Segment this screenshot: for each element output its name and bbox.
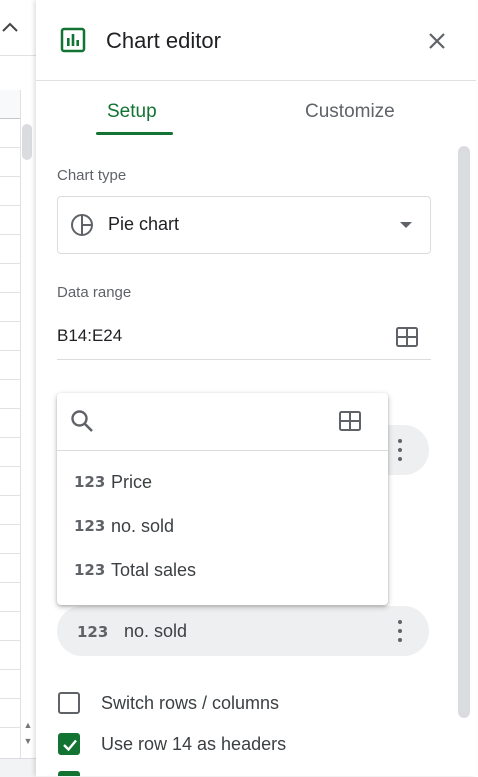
row-line bbox=[0, 698, 20, 699]
tab-customize[interactable]: Customize bbox=[305, 101, 395, 123]
checkbox-checked[interactable] bbox=[58, 733, 80, 755]
chart-type-select[interactable]: Pie chart bbox=[57, 196, 431, 254]
column-option-label: Total sales bbox=[111, 560, 197, 580]
row-line bbox=[0, 669, 20, 670]
more-options-icon[interactable] bbox=[393, 619, 407, 643]
more-options-icon[interactable] bbox=[393, 438, 407, 462]
toolbar-divider bbox=[0, 55, 36, 56]
column-option-label: Price bbox=[111, 472, 153, 492]
row-line bbox=[0, 292, 20, 293]
value-chip-label: no. sold bbox=[124, 621, 188, 641]
row-line bbox=[0, 437, 20, 438]
value-chip[interactable]: 123 no. sold bbox=[57, 606, 429, 656]
checkbox-label: Switch rows / columns bbox=[101, 693, 280, 713]
row-line bbox=[0, 321, 20, 322]
row-line bbox=[0, 727, 20, 728]
column-picker-dropdown: 123 Price 123 no. sold 123 Total sales bbox=[57, 393, 388, 605]
row-line bbox=[0, 553, 20, 554]
column-search-input[interactable] bbox=[103, 407, 327, 437]
row-line bbox=[0, 524, 20, 525]
row-line bbox=[0, 408, 20, 409]
row-line bbox=[0, 205, 20, 206]
row-line bbox=[0, 147, 20, 148]
chevron-up-icon[interactable] bbox=[0, 18, 20, 38]
select-range-icon[interactable] bbox=[339, 411, 361, 431]
row-line bbox=[0, 350, 20, 351]
data-range-label: Data range bbox=[57, 284, 132, 301]
row-line bbox=[0, 640, 20, 641]
panel-header: Chart editor bbox=[36, 0, 476, 81]
checkbox-unchecked[interactable] bbox=[58, 692, 80, 714]
number-type-icon: 123 bbox=[74, 517, 106, 535]
tab-setup[interactable]: Setup bbox=[107, 101, 157, 123]
column-option-total-sales[interactable]: 123 Total sales bbox=[57, 551, 388, 591]
dropdown-arrow-icon bbox=[400, 222, 412, 228]
row-line bbox=[0, 263, 20, 264]
number-type-icon: 123 bbox=[74, 473, 106, 491]
pie-chart-icon bbox=[71, 214, 93, 236]
scroll-down-arrow-icon[interactable]: ▼ bbox=[21, 734, 35, 748]
column-divider bbox=[20, 90, 21, 776]
row-line bbox=[0, 234, 20, 235]
panel-scrollbar[interactable] bbox=[458, 146, 470, 718]
spreadsheet-strip: ▲ ▼ bbox=[0, 0, 37, 777]
scroll-up-arrow-icon[interactable]: ▲ bbox=[21, 718, 35, 732]
active-tab-indicator bbox=[96, 132, 173, 135]
column-option-no-sold[interactable]: 123 no. sold bbox=[57, 507, 388, 547]
checkbox-checked-partial[interactable] bbox=[58, 771, 80, 776]
number-type-icon: 123 bbox=[74, 561, 106, 579]
close-icon[interactable] bbox=[426, 30, 448, 52]
horizontal-scrollbar[interactable] bbox=[0, 758, 36, 777]
sheet-scrollbar-thumb[interactable] bbox=[22, 124, 32, 160]
checkbox-label: Use row 14 as headers bbox=[101, 734, 287, 754]
data-range-field[interactable]: B14:E24 bbox=[57, 315, 431, 360]
search-icon bbox=[71, 410, 93, 432]
row-line bbox=[0, 176, 20, 177]
number-type-icon: 123 bbox=[77, 623, 109, 641]
column-header bbox=[0, 90, 20, 119]
chart-editor-panel: Chart editor Setup Customize Chart type … bbox=[36, 0, 476, 776]
chart-type-label: Chart type bbox=[57, 167, 127, 184]
data-range-value: B14:E24 bbox=[57, 326, 123, 345]
row-line bbox=[0, 582, 20, 583]
panel-title: Chart editor bbox=[106, 28, 221, 53]
column-search-row bbox=[57, 393, 388, 451]
column-option-price[interactable]: 123 Price bbox=[57, 463, 388, 503]
row-line bbox=[0, 379, 20, 380]
row-line bbox=[0, 466, 20, 467]
chart-type-value: Pie chart bbox=[108, 214, 180, 234]
select-range-icon[interactable] bbox=[396, 327, 418, 347]
row-line bbox=[0, 611, 20, 612]
chart-icon bbox=[60, 27, 86, 53]
column-option-label: no. sold bbox=[111, 516, 175, 536]
row-line bbox=[0, 495, 20, 496]
checkmark-icon bbox=[63, 739, 77, 752]
